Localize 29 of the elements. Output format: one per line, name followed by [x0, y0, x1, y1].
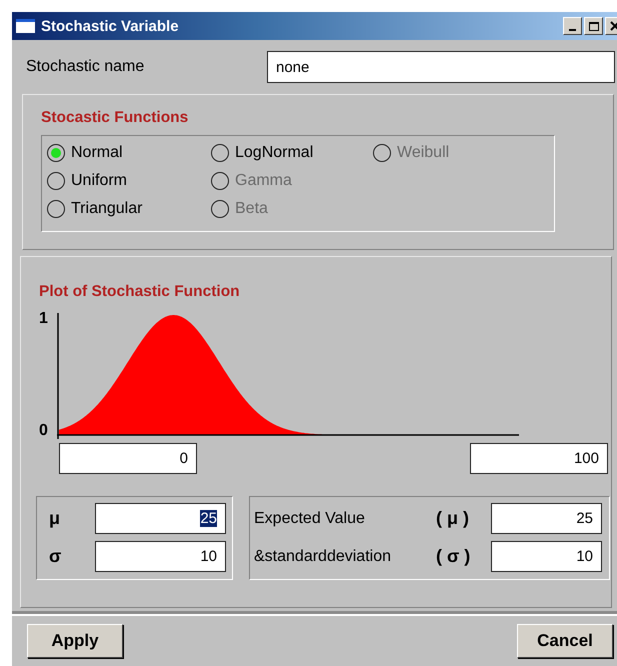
radio-option[interactable]: LogNormal	[211, 139, 373, 167]
value-field[interactable]: 10	[491, 541, 602, 572]
maximize-button[interactable]	[584, 17, 603, 35]
symbol-label: μ	[49, 508, 62, 529]
symbol-label: ( σ )	[436, 546, 472, 567]
close-icon[interactable]	[608, 20, 617, 32]
dialog-button[interactable]: Apply	[27, 624, 123, 658]
radio-option[interactable]: Triangular	[47, 195, 211, 223]
minimize-button[interactable]	[563, 17, 582, 35]
window-icon	[16, 19, 35, 33]
range-min-field[interactable]: 0	[59, 443, 197, 474]
radio-option[interactable]: Normal	[47, 139, 211, 167]
axis-label: 0	[39, 423, 49, 439]
field-label: Stochastic name	[25, 58, 146, 76]
parameter-field[interactable]: 10	[95, 541, 226, 572]
section-title: Stocastic Functions	[41, 109, 190, 128]
dialog-button[interactable]: Cancel	[517, 624, 613, 658]
radio-option[interactable]: Uniform	[47, 167, 211, 195]
name-field[interactable]: none	[267, 51, 615, 83]
section-title: Plot of Stochastic Function	[39, 283, 241, 302]
parameter-field[interactable]: 25	[95, 503, 226, 534]
window-title: Stochastic Variable	[41, 18, 180, 34]
field-label: &standarddeviation	[254, 548, 392, 566]
symbol-label: σ	[49, 546, 62, 567]
range-max-field[interactable]: 100	[470, 443, 608, 474]
symbol-label: ( μ )	[436, 508, 470, 529]
axis-label: 1	[39, 311, 49, 327]
value-field[interactable]: 25	[491, 503, 602, 534]
field-label: Expected Value	[254, 510, 366, 528]
